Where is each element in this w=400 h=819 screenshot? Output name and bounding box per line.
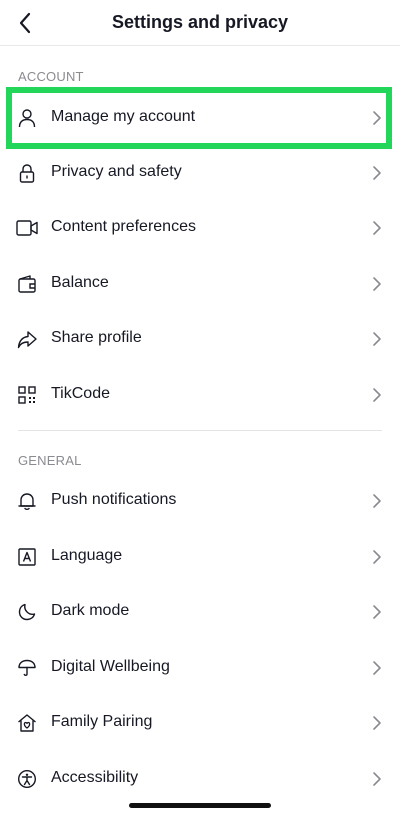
menu-item-label: Manage my account (51, 108, 196, 125)
person-icon (16, 107, 38, 129)
menu-item-label: Content preferences (51, 218, 196, 235)
moon-icon (16, 601, 38, 623)
menu-item-privacy-and-safety[interactable]: Privacy and safety (0, 145, 400, 201)
section-divider (18, 430, 382, 431)
accessibility-icon (16, 768, 38, 790)
chevron-right-icon (373, 388, 381, 402)
chevron-right-icon (373, 772, 381, 786)
menu-item-balance[interactable]: Balance (0, 256, 400, 312)
language-icon (16, 546, 38, 568)
menu-item-push-notifications[interactable]: Push notifications (0, 473, 400, 529)
home-indicator (129, 803, 271, 808)
chevron-right-icon (373, 550, 381, 564)
bell-icon (16, 490, 38, 512)
chevron-right-icon (373, 494, 381, 508)
chevron-right-icon (373, 221, 381, 235)
video-icon (16, 217, 38, 239)
menu-item-label: Language (51, 547, 123, 564)
menu-item-digital-wellbeing[interactable]: Digital Wellbeing (0, 640, 400, 696)
menu-item-label: Share profile (51, 329, 142, 346)
lock-icon (16, 162, 38, 184)
menu-item-family-pairing[interactable]: Family Pairing (0, 695, 400, 751)
header-bar: Settings and privacy (0, 0, 400, 46)
menu-item-label: Privacy and safety (51, 163, 182, 180)
menu-item-manage-my-account[interactable]: Manage my account (0, 90, 400, 146)
share-icon (16, 328, 38, 350)
menu-item-label: Balance (51, 274, 109, 291)
menu-item-label: TikCode (51, 385, 110, 402)
chevron-right-icon (373, 716, 381, 730)
chevron-right-icon (373, 111, 381, 125)
menu-item-accessibility[interactable]: Accessibility (0, 751, 400, 807)
menu-item-language[interactable]: Language (0, 529, 400, 585)
menu-item-label: Digital Wellbeing (51, 658, 170, 675)
menu-item-dark-mode[interactable]: Dark mode (0, 584, 400, 640)
chevron-right-icon (373, 166, 381, 180)
umbrella-icon (16, 657, 38, 679)
house-heart-icon (16, 712, 38, 734)
menu-item-label: Accessibility (51, 769, 139, 786)
chevron-right-icon (373, 605, 381, 619)
menu-item-share-profile[interactable]: Share profile (0, 311, 400, 367)
wallet-icon (16, 273, 38, 295)
menu-item-label: Family Pairing (51, 713, 153, 730)
menu-item-content-preferences[interactable]: Content preferences (0, 200, 400, 256)
chevron-right-icon (373, 332, 381, 346)
section-label-account: ACCOUNT (18, 69, 84, 84)
menu-item-tikcode[interactable]: TikCode (0, 367, 400, 423)
section-label-general: GENERAL (18, 453, 82, 468)
qr-code-icon (16, 384, 38, 406)
page-title: Settings and privacy (111, 12, 289, 32)
menu-item-label: Push notifications (51, 491, 177, 508)
menu-item-label: Dark mode (51, 602, 130, 619)
chevron-right-icon (373, 277, 381, 291)
chevron-right-icon (373, 661, 381, 675)
